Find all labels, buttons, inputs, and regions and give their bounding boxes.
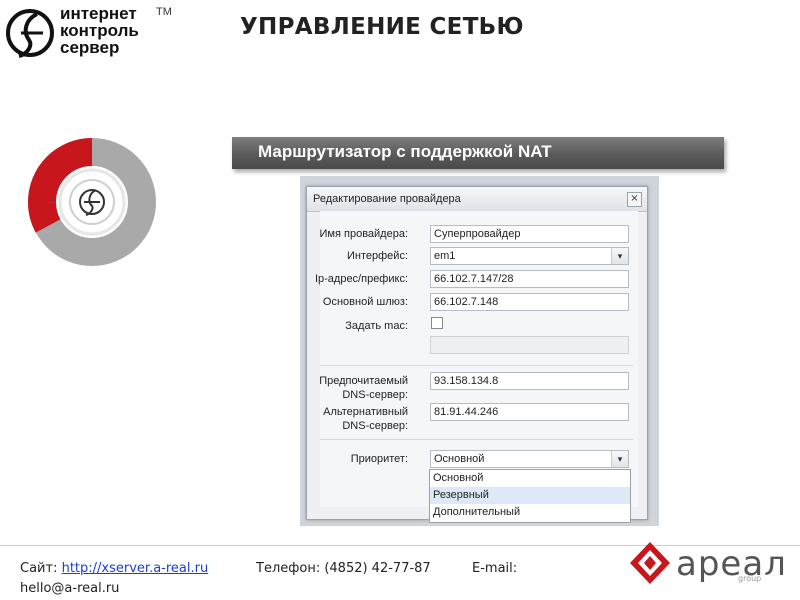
trademark: TM	[156, 6, 172, 18]
set-mac-checkbox[interactable]	[431, 317, 443, 329]
close-icon[interactable]: ×	[627, 192, 642, 207]
footer-email-label: E-mail:	[472, 561, 518, 576]
logo-line-3: сервер	[60, 38, 120, 57]
dialog-body: Имя провайдера: Суперпровайдер Интерфейс…	[315, 211, 638, 507]
preferred-dns-label: Предпочитаемый DNS-сервер:	[319, 374, 408, 402]
priority-option-additional[interactable]: Дополнительный	[430, 504, 630, 521]
interface-label: Интерфейс:	[347, 250, 408, 262]
page-title: УПРАВЛЕНИЕ СЕТЬЮ	[240, 14, 524, 40]
gateway-label: Основной шлюз:	[322, 296, 408, 308]
logo-line-2: контроль	[60, 21, 139, 40]
interface-value: em1	[434, 250, 456, 262]
priority-option-primary[interactable]: Основной	[430, 470, 630, 487]
dialog-header: Редактирование провайдера ×	[307, 187, 647, 212]
areal-logo-icon	[630, 542, 670, 584]
chevron-down-icon[interactable]: ▾	[611, 451, 628, 467]
priority-select[interactable]: Основной ▾	[430, 450, 629, 468]
interface-select[interactable]: em1 ▾	[430, 247, 629, 265]
priority-dropdown-list: Основной Резервный Дополнительный	[429, 469, 631, 523]
chevron-down-icon[interactable]: ▾	[611, 248, 628, 264]
preferred-dns-label-line2: DNS-сервер:	[342, 389, 408, 401]
gateway-input[interactable]: 66.102.7.148	[430, 293, 629, 311]
logo-line-1: интернет	[60, 4, 137, 23]
site-label: Сайт:	[20, 561, 58, 576]
divider	[320, 439, 633, 440]
priority-label: Приоритет:	[350, 453, 408, 465]
alternate-dns-label-line2: DNS-сервер:	[342, 420, 408, 432]
footer-site: Сайт: http://xserver.a-real.ru	[20, 561, 208, 576]
ip-prefix-label: Ip-адрес/префикс:	[314, 273, 408, 285]
preferred-dns-label-line1: Предпочитаемый	[319, 375, 408, 387]
priority-value: Основной	[434, 453, 485, 465]
preferred-dns-input[interactable]: 93.158.134.8	[430, 372, 629, 390]
logo-mark-icon	[6, 9, 54, 58]
set-mac-label: Задать mac:	[345, 320, 408, 332]
provider-name-input[interactable]: Суперпровайдер	[430, 225, 629, 243]
provider-name-label: Имя провайдера:	[319, 228, 408, 240]
banner-title: Маршрутизатор с поддержкой NAT	[258, 142, 552, 161]
brand-name: ареал	[676, 544, 787, 584]
logo: интернет контроль сервер	[0, 0, 153, 66]
section-banner: Маршрутизатор с поддержкой NAT	[232, 137, 724, 169]
footer-phone: Телефон: (4852) 42-77-87	[256, 561, 431, 576]
mac-input[interactable]	[430, 336, 629, 354]
logo-text: интернет контроль сервер	[60, 5, 139, 56]
alternate-dns-label-line1: Альтернативный	[323, 406, 408, 418]
ring-logo-icon	[28, 138, 156, 266]
alternate-dns-label: Альтернативный DNS-сервер:	[323, 405, 408, 433]
site-link[interactable]: http://xserver.a-real.ru	[62, 561, 209, 576]
alternate-dns-input[interactable]: 81.91.44.246	[430, 403, 629, 421]
brand-sub: group	[738, 574, 762, 583]
dialog-title: Редактирование провайдера	[313, 193, 461, 205]
footer-email: hello@a-real.ru	[20, 581, 120, 596]
ip-prefix-input[interactable]: 66.102.7.147/28	[430, 270, 629, 288]
divider	[320, 365, 633, 366]
priority-option-backup[interactable]: Резервный	[430, 487, 630, 504]
